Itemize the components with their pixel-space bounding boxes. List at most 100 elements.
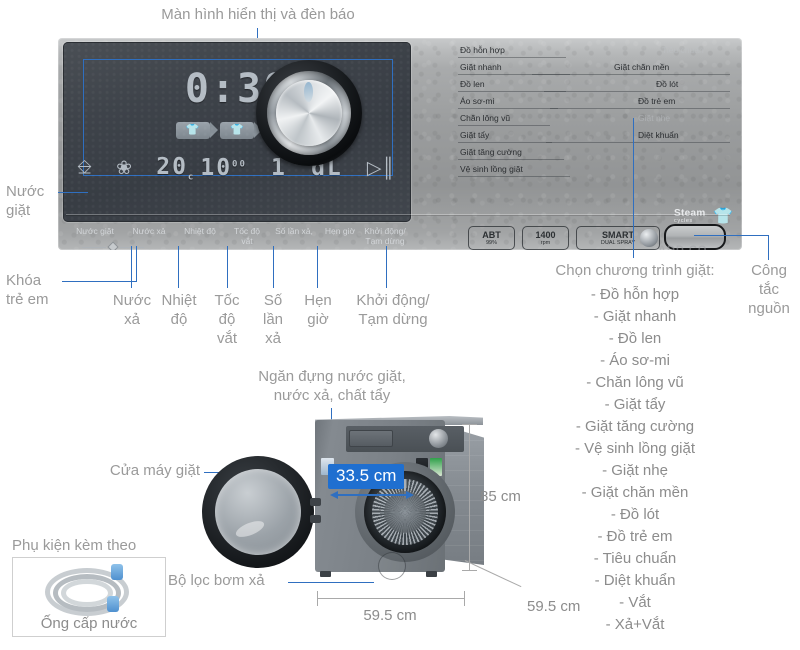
program-line-4 — [458, 108, 558, 109]
button-label-spin[interactable]: Tốc độ vắt — [226, 226, 268, 246]
badge-rpm: 1400rpm — [522, 226, 569, 250]
program-label-drumclean[interactable]: Vệ sinh lồng giặt — [460, 164, 523, 174]
label-spin-bottom: Tốc độ vắt — [204, 292, 250, 348]
button-label-timer[interactable]: Hẹn giờ — [320, 226, 360, 236]
panel-button-legend: Nước giặt Nước xả Nhiệt độ Tốc độ vắt Số… — [64, 226, 410, 250]
lcd-spin-speed: 1000 — [200, 155, 247, 181]
program-label-duvet[interactable]: Chăn lông vũ — [460, 113, 510, 123]
button-label-temperature[interactable]: Nhiệt độ — [176, 226, 224, 236]
machine-knob — [429, 429, 448, 448]
program-selector-item: - Đồ hỗn hợp — [520, 284, 750, 306]
label-rinse-bottom: Số lần xả — [252, 292, 294, 348]
leader-softener — [131, 246, 132, 288]
leader-childlock-v — [136, 246, 137, 282]
lcd-icon-row: ⎒ ❀ 20c 1000 1 dL ▷║ — [71, 150, 403, 186]
program-selector-item: - Giặt chăn mền — [520, 482, 750, 504]
leader-program-selector — [633, 118, 634, 258]
program-selector-knob[interactable] — [256, 60, 362, 166]
program-label-sanitize[interactable]: Diệt khuẩn — [638, 130, 679, 140]
wash-chip-icon: 👕 — [176, 122, 210, 139]
program-selector-item: - Áo sơ-mi — [520, 350, 750, 372]
machine-foot-left — [320, 571, 331, 577]
leader-startpause — [386, 246, 387, 288]
control-panel: 0:30 👕 👕 👕 ⎒ ❀ 20c 1000 1 dL ▷║ — [58, 38, 742, 250]
dual-spray-icon — [640, 229, 658, 247]
leader-rinse — [273, 246, 274, 288]
badge-abt: ABT99% — [468, 226, 515, 250]
button-label-rinse[interactable]: Số lần xả, — [268, 226, 320, 236]
width-tick-right — [464, 591, 465, 606]
leader-timer — [317, 246, 318, 288]
program-label-standard-faint[interactable]: Tiêu chuẩn — [662, 45, 704, 55]
program-label-underwear[interactable]: Đồ lót — [656, 79, 678, 89]
program-selector-item: - Tiêu chuẩn — [520, 548, 750, 570]
program-line-7 — [458, 159, 564, 160]
height-tick-top — [462, 424, 477, 425]
lcd-display: 0:30 👕 👕 👕 ⎒ ❀ 20c 1000 1 dL ▷║ — [63, 42, 411, 222]
label-timer-bottom: Hẹn giờ — [296, 292, 340, 330]
height-tick-bottom — [462, 570, 477, 571]
add-clothes-text: ADD CO — [658, 244, 707, 250]
program-selector-item: - Giặt nhanh — [520, 306, 750, 328]
door-hinge-top — [310, 498, 321, 506]
accessory-box: Ống cấp nước — [12, 557, 166, 637]
accessories-title: Phụ kiện kèm theo — [12, 537, 136, 556]
program-label-mixed[interactable]: Đồ hỗn hợp — [460, 45, 505, 55]
hose-coil-inner — [61, 579, 113, 607]
program-label-shirt[interactable]: Áo sơ-mi — [460, 96, 494, 106]
program-label-intensive[interactable]: Giặt tăng cường — [460, 147, 522, 157]
program-line-6 — [458, 142, 552, 143]
program-selector-item: - Đồ len — [520, 328, 750, 350]
program-line-8 — [458, 176, 570, 177]
bottle-icon: ⎒ — [77, 157, 92, 179]
program-selector-item: - Giặt tăng cường — [520, 416, 750, 438]
width-dimension-label: 59.5 cm — [330, 607, 450, 624]
button-label-detergent[interactable]: Nước giặt — [68, 226, 122, 236]
flower-icon: ❀ — [116, 157, 132, 180]
program-label-wool[interactable]: Đồ len — [460, 79, 485, 89]
label-childlock-left: Khóa trẻ em — [6, 272, 66, 310]
program-label-quick[interactable]: Giặt nhanh — [460, 62, 502, 72]
play-pause-icon: ▷║ — [367, 157, 395, 180]
rinse-chip-icon: 👕 — [220, 122, 254, 139]
program-selector-item: - Giặt nhẹ — [520, 460, 750, 482]
program-label-delicate-faint[interactable]: Giặt nhẹ — [638, 113, 670, 123]
leader-drain-filter — [288, 582, 374, 583]
drain-pump-filter — [378, 552, 406, 580]
program-selector-item: - Giặt tẩy — [520, 394, 750, 416]
hose-connector-top — [111, 564, 123, 580]
button-label-startpause[interactable]: Khởi động/ Tạm dừng — [358, 226, 412, 246]
washing-machine-illustration — [290, 420, 495, 580]
label-drain-filter: Bộ lọc bơm xả — [168, 572, 298, 591]
door-hinge-bottom — [310, 515, 321, 523]
program-selector-item: - Vệ sinh lồng giặt — [520, 438, 750, 460]
program-selector-list: - Đồ hỗn hợp- Giặt nhanh- Đồ len- Áo sơ-… — [520, 284, 750, 636]
program-line-1 — [458, 57, 566, 58]
program-label-baby[interactable]: Đồ trẻ em — [638, 96, 675, 106]
open-door-glass — [215, 469, 301, 555]
display-annotation-label: Màn hình hiển thị và đèn báo — [128, 6, 388, 25]
feature-badges: ABT99% 1400rpm SMARTDUAL SPRAY — [468, 226, 668, 250]
height-dim-line — [469, 424, 470, 570]
program-line-r2 — [544, 91, 730, 92]
machine-foot-right — [426, 571, 437, 577]
panel-divider — [66, 214, 730, 216]
leader-detergent — [58, 192, 88, 193]
label-temperature-bottom: Nhiệt độ — [153, 292, 205, 330]
program-line-r3 — [550, 108, 730, 109]
hose-connector-bottom — [107, 596, 119, 612]
hose-illustration — [35, 562, 143, 614]
leader-power-v — [768, 235, 769, 260]
button-label-softener[interactable]: Nước xả — [124, 226, 174, 236]
steam-shirt-icon: 👕 — [713, 206, 733, 226]
program-selector-title: Chọn chương trình giặt: — [530, 262, 740, 281]
steam-cycles-label: Steam cycles — [674, 208, 706, 224]
leader-spin — [227, 246, 228, 288]
program-label-blanket[interactable]: Giặt chăn mền — [614, 62, 669, 72]
depth-dimension-label: 59.5 cm — [527, 598, 580, 615]
drum-dimension-arrow — [332, 494, 412, 496]
knob-cap — [276, 80, 342, 146]
program-selector-item: - Chăn lông vũ — [520, 372, 750, 394]
program-label-bleach[interactable]: Giặt tẩy — [460, 130, 489, 140]
lcd-temperature: 20c — [156, 154, 195, 183]
